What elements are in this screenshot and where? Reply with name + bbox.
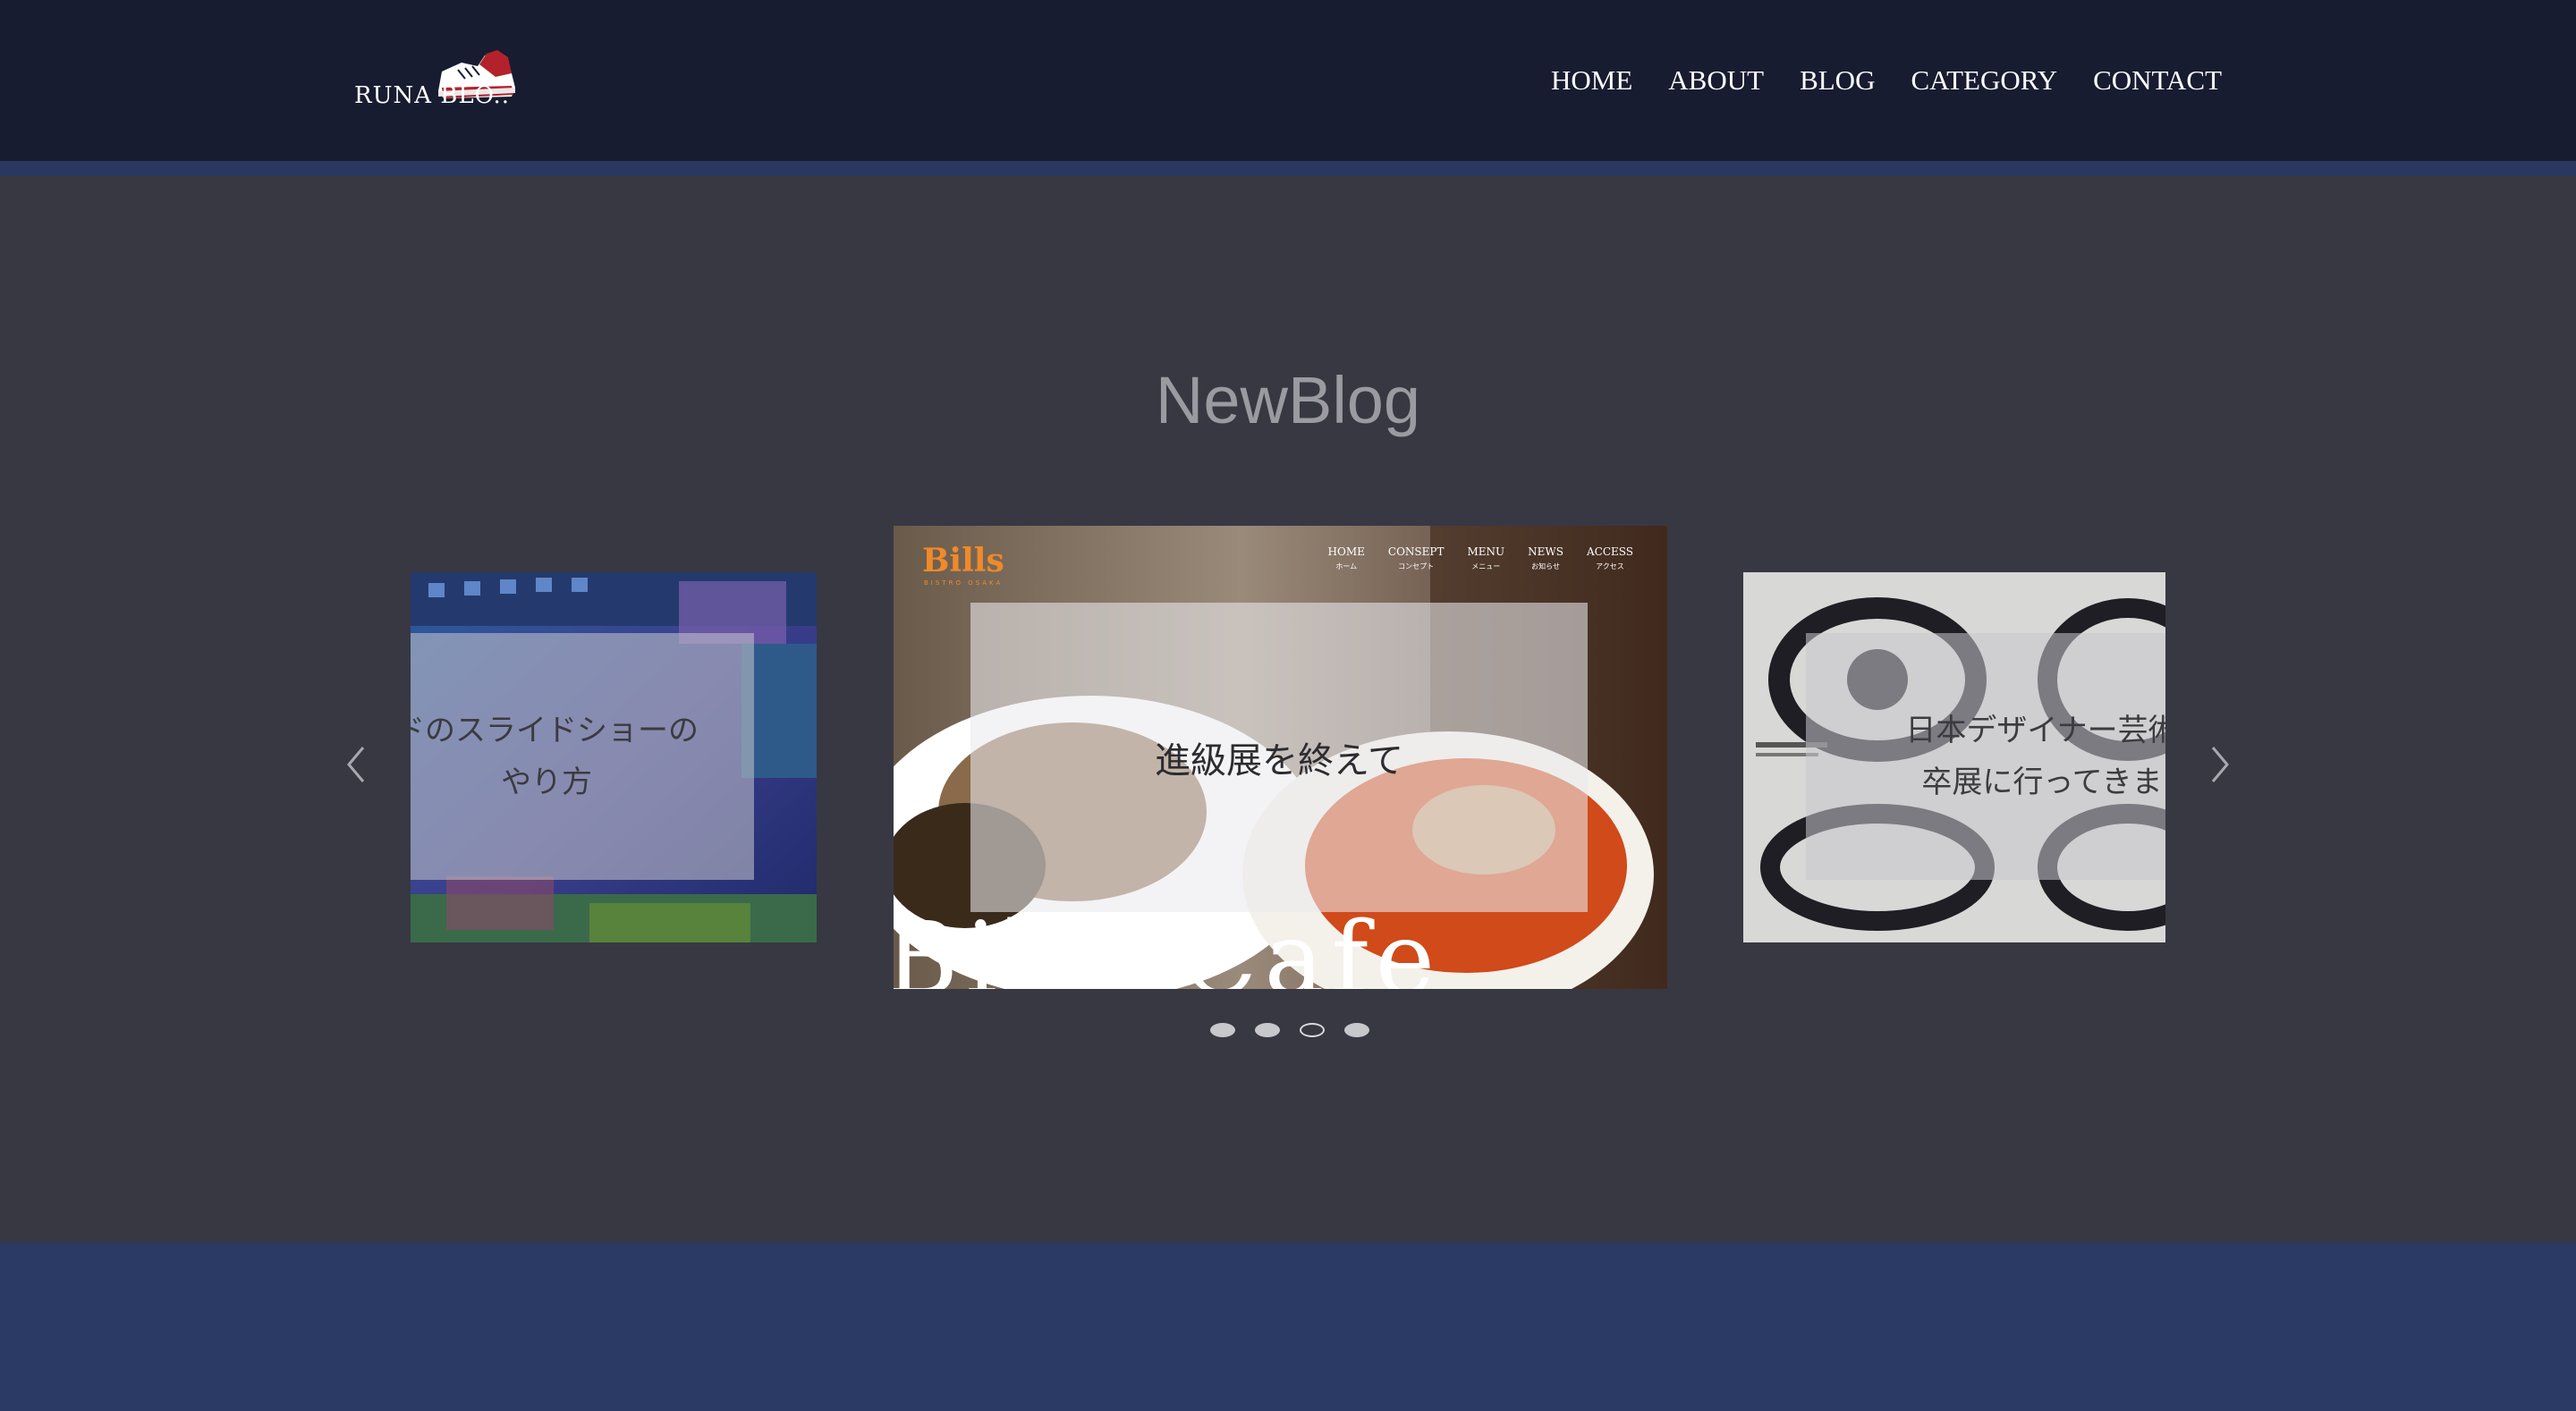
bills-site-nav: HOME ホーム CONSEPT コンセプト MENU メニュー NEWS お知らせ A… (1328, 545, 1633, 571)
bills-nav-item: HOME ホーム (1327, 545, 1365, 570)
bills-logo-sub: BISTRO OSAKA (924, 579, 1004, 587)
nav-blog[interactable]: BLOG (1800, 64, 1875, 97)
carousel-dot-1[interactable] (1210, 1023, 1235, 1037)
bills-nav-item: ACCESS アクセス (1586, 545, 1633, 570)
slide-caption: 進級展を終えて (970, 603, 1588, 912)
site-header: RUNA BLO.. HOME ABOUT BLOG CATEGORY CONT… (0, 0, 2576, 161)
caption-line-1: ドのスライドショーの (411, 713, 699, 748)
site-logo[interactable]: RUNA BLO.. (354, 43, 524, 114)
carousel-prev-button[interactable] (338, 742, 374, 787)
main-nav: HOME ABOUT BLOG CATEGORY CONTACT (1551, 63, 2222, 98)
slide-left[interactable]: ドのスライドショーのやり方 (411, 572, 817, 942)
logo-text: RUNA BLO.. (354, 82, 510, 109)
nav-home[interactable]: HOME (1551, 64, 1632, 97)
header-stripe (0, 161, 2576, 176)
section-title: NewBlog (1155, 363, 1421, 437)
nav-contact[interactable]: CONTACT (2093, 64, 2222, 97)
bills-nav-item: CONSEPT コンセプト (1387, 545, 1445, 570)
carousel-dot-2[interactable] (1255, 1023, 1280, 1037)
bills-logo: Bills (922, 542, 1004, 579)
slide-caption: ドのスライドショーのやり方 (411, 633, 754, 880)
bills-nav-item: MENU メニュー (1467, 545, 1505, 570)
carousel-dot-3[interactable] (1300, 1023, 1325, 1037)
chevron-left-icon (347, 747, 365, 782)
nav-category[interactable]: CATEGORY (1911, 64, 2057, 97)
carousel-dots (1210, 1023, 1369, 1037)
carousel-next-button[interactable] (2202, 742, 2238, 787)
caption-line-2: 卒展に行ってきまし (1921, 765, 2165, 800)
slide-right[interactable]: 日本デザイナー芸術学卒展に行ってきまし (1743, 572, 2165, 942)
bills-nav-item: NEWS お知らせ (1528, 545, 1563, 570)
site-footer (0, 1243, 2576, 1411)
nav-about[interactable]: ABOUT (1668, 64, 1764, 97)
caption-line-1: 日本デザイナー芸術学 (1905, 713, 2165, 748)
bills-watermark: Bills Cafe (894, 901, 1443, 989)
slide-center[interactable]: Bills BISTRO OSAKA HOME ホーム CONSEPT コンセプト … (894, 526, 1667, 989)
slide-caption: 日本デザイナー芸術学卒展に行ってきまし (1806, 633, 2165, 880)
caption-line-2: やり方 (501, 765, 592, 800)
carousel-dot-4[interactable] (1344, 1023, 1369, 1037)
chevron-right-icon (2211, 747, 2229, 782)
